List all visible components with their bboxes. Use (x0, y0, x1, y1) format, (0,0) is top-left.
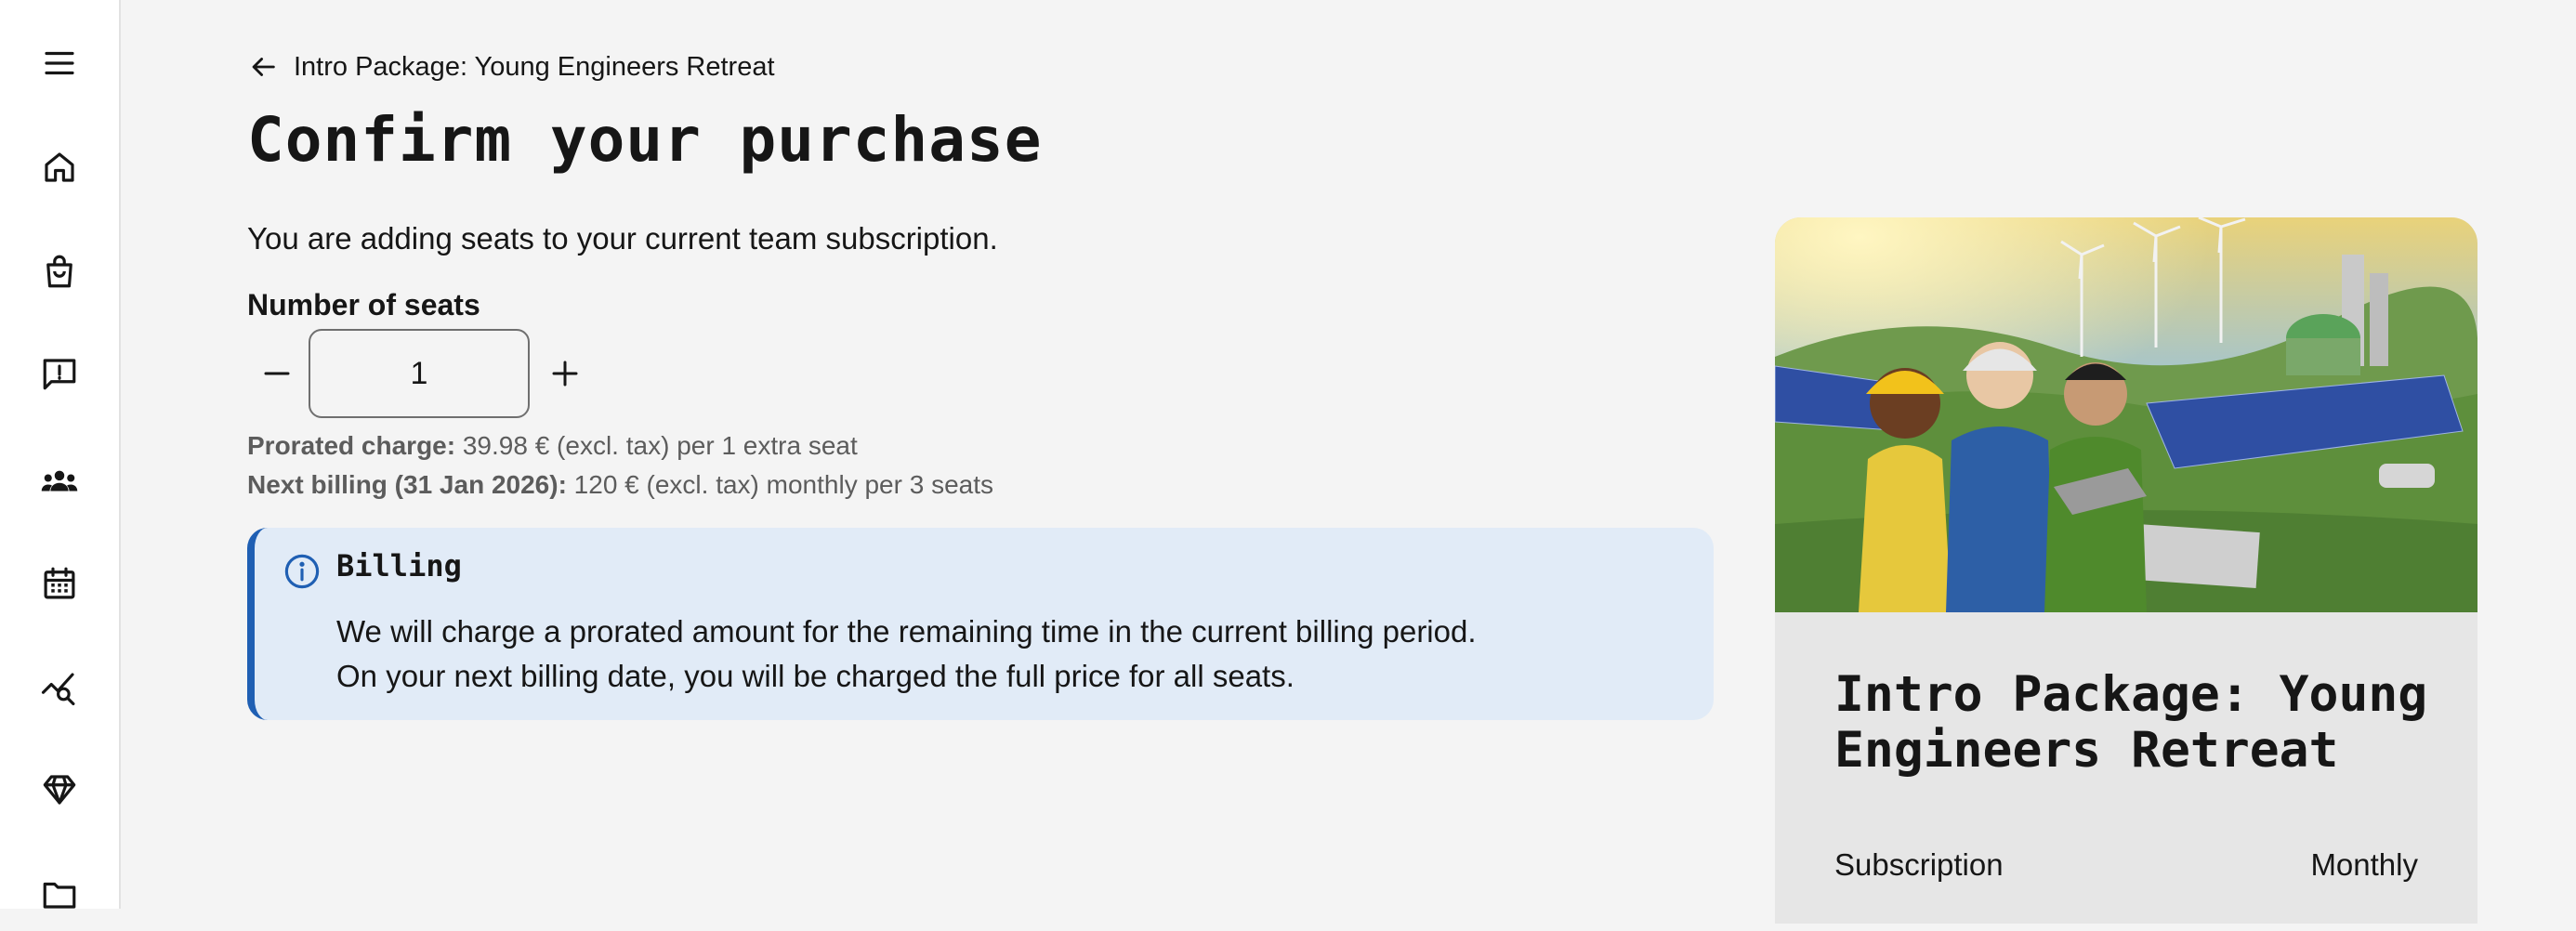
analytics-search-icon (41, 673, 75, 706)
notice-line: On your next billing date, you will be c… (336, 659, 1295, 693)
minus-icon (264, 372, 290, 375)
sidebar-item-home[interactable] (22, 130, 97, 204)
plus-icon (552, 361, 578, 387)
calendar-icon (44, 567, 75, 599)
notice-title: Billing (336, 548, 462, 584)
prorated-charge-value: 39.98 € (excl. tax) per 1 extra seat (462, 431, 858, 460)
notice-line: We will charge a prorated amount for the… (336, 614, 1477, 649)
seats-label: Number of seats (247, 288, 480, 321)
sidebar (0, 0, 121, 909)
billing-notice: Billing We will charge a prorated amount… (247, 528, 1714, 720)
folder-icon (43, 882, 76, 909)
feedback-icon (43, 359, 76, 390)
sidebar-item-shop[interactable] (22, 234, 97, 308)
seats-stepper: 1 (247, 329, 637, 418)
next-billing-label: Next billing (31 Jan 2026): (247, 470, 567, 499)
page-intro: You are adding seats to your current tea… (247, 221, 998, 256)
team-icon (41, 470, 78, 492)
notice-body: We will charge a prorated amount for the… (336, 610, 1477, 699)
menu-icon (45, 51, 74, 75)
sidebar-item-files[interactable] (22, 857, 97, 931)
next-billing-value: 120 € (excl. tax) monthly per 3 seats (573, 470, 993, 499)
sidebar-item-analytics[interactable] (22, 650, 97, 725)
breadcrumb[interactable]: Intro Package: Young Engineers Retreat (247, 46, 775, 87)
page-title: Confirm your purchase (247, 104, 1043, 176)
info-icon (284, 554, 320, 589)
arrow-left-icon (247, 51, 279, 83)
menu-button[interactable] (22, 26, 97, 100)
seats-input[interactable]: 1 (309, 329, 530, 418)
main-content: Intro Package: Young Engineers Retreat C… (247, 0, 1715, 909)
diamond-icon (43, 775, 76, 805)
shopping-bag-icon (46, 255, 72, 288)
sidebar-item-calendar[interactable] (22, 546, 97, 621)
subscription-row: Subscription Monthly (1834, 847, 2418, 883)
subscription-value: Monthly (2310, 847, 2418, 882)
product-title: Intro Package: Young Engineers Retreat (1834, 666, 2428, 779)
subscription-label: Subscription (1834, 847, 2004, 882)
sidebar-item-feedback[interactable] (22, 336, 97, 411)
product-card: Intro Package: Young Engineers Retreat S… (1775, 217, 2477, 924)
sidebar-item-team[interactable] (22, 444, 97, 518)
next-billing: Next billing (31 Jan 2026): 120 € (excl.… (247, 470, 993, 500)
sidebar-item-premium[interactable] (22, 753, 97, 827)
home-icon (45, 152, 74, 182)
increase-seats-button[interactable] (533, 342, 597, 405)
decrease-seats-button[interactable] (245, 342, 309, 405)
prorated-charge: Prorated charge: 39.98 € (excl. tax) per… (247, 431, 858, 461)
product-image (1775, 217, 2477, 612)
back-link-label[interactable]: Intro Package: Young Engineers Retreat (294, 52, 775, 83)
prorated-charge-label: Prorated charge: (247, 431, 456, 460)
